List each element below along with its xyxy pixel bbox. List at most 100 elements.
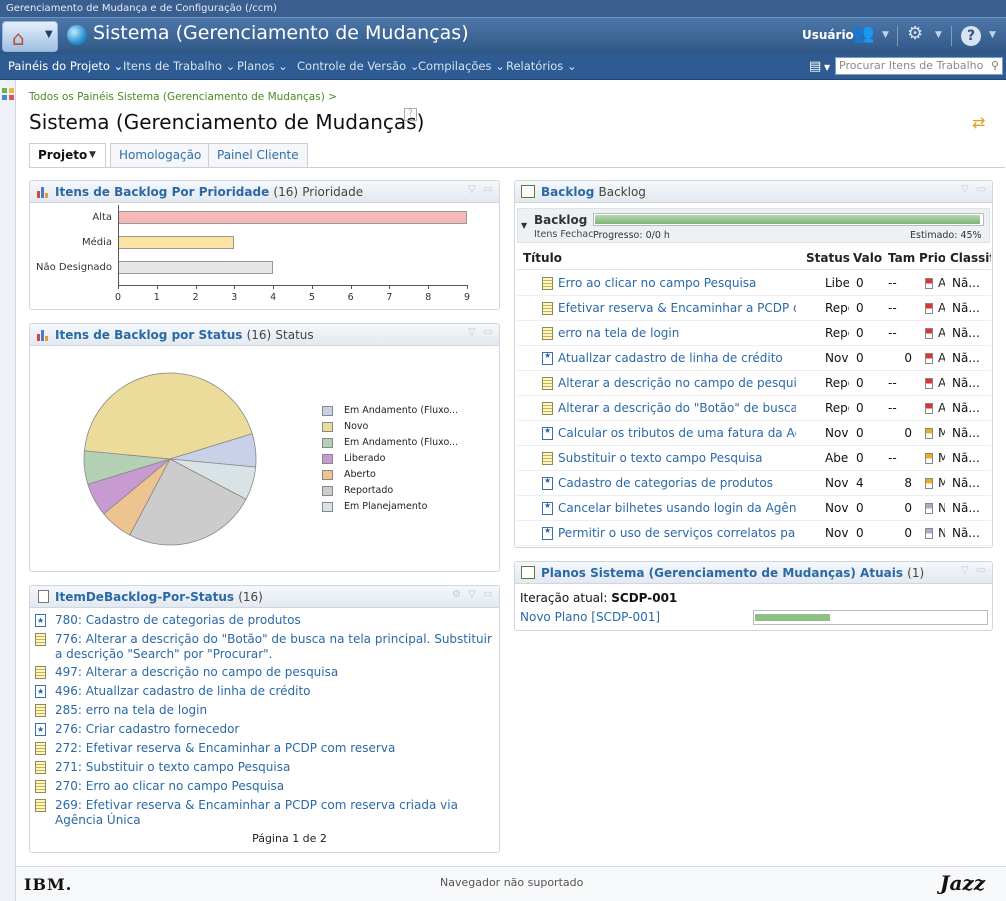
list-item-text[interactable]: 276: Criar cadastro fornecedor (55, 722, 495, 737)
row-priority: A (938, 351, 945, 365)
user-menu[interactable]: Usuário (802, 28, 854, 42)
chevron-down-icon[interactable]: ▼ (521, 221, 527, 230)
row-title[interactable]: Substituir o texto campo Pesquisa (558, 451, 796, 465)
chevron-down-icon[interactable]: ▽ (468, 327, 476, 338)
list-item-text[interactable]: 271: Substituir o texto campo Pesquisa (55, 760, 495, 775)
row-value: 0 (856, 526, 864, 540)
row-status: Reportado (825, 301, 849, 315)
row-title[interactable]: Efetivar reserva & Encaminhar a PCDP c..… (558, 301, 796, 315)
chevron-down-icon[interactable]: ▽ (468, 184, 476, 195)
row-size: -- (888, 326, 897, 340)
minimize-icon[interactable]: ▭ (483, 327, 492, 338)
legend-label: Em Planejamento (344, 501, 428, 512)
work-item-list: 780: Cadastro de categorias de produtos 7… (30, 586, 499, 852)
legend-swatch (322, 454, 333, 464)
widget-title[interactable]: Itens de Backlog Por Prioridade (55, 185, 269, 199)
list-item[interactable]: 270: Erro ao clicar no campo Pesquisa (35, 779, 495, 794)
row-status: Novo (825, 526, 849, 540)
divider (951, 26, 952, 46)
column-value[interactable]: Valor (853, 251, 883, 265)
dashboard-grid-icon[interactable] (2, 88, 14, 100)
nav-paineis-do-projeto[interactable]: Painéis do Projeto ⌄ (8, 59, 123, 73)
list-item-text[interactable]: 272: Efetivar reserva & Encaminhar a PCD… (55, 741, 495, 756)
row-title[interactable]: Alterar a descrição do "Botão" de busca … (558, 401, 796, 415)
search-icon[interactable]: ⚲ (991, 58, 999, 74)
list-item-text[interactable]: 269: Efetivar reserva & Encaminhar a PCD… (55, 798, 495, 828)
work-item-icon (542, 426, 553, 440)
column-priority[interactable]: Prioridade (919, 251, 945, 265)
nav-planos[interactable]: Planos ⌄ (237, 59, 288, 73)
list-item-text[interactable]: 270: Erro ao clicar no campo Pesquisa (55, 779, 495, 794)
row-title[interactable]: Permitir o uso de serviços correlatos pa… (558, 526, 796, 540)
breadcrumb[interactable]: Todos os Painéis Sistema (Gerenciamento … (29, 91, 337, 103)
tab-projeto[interactable]: Projeto ▼ (29, 143, 106, 168)
list-menu-icon[interactable]: ▤ (809, 59, 821, 74)
row-size: 0 (904, 501, 912, 515)
tab-homologacao[interactable]: Homologação (110, 143, 211, 167)
widget-title[interactable]: Planos Sistema (Gerenciamento de Mudança… (541, 566, 903, 580)
tick-label: 3 (231, 292, 238, 303)
nav-relatorios[interactable]: Relatórios ⌄ (506, 59, 577, 73)
row-title[interactable]: Cadastro de categorias de produtos (558, 476, 796, 490)
list-item[interactable]: 271: Substituir o texto campo Pesquisa (35, 760, 495, 775)
priority-icon (925, 378, 933, 389)
list-item[interactable]: 496: Atuallzar cadastro de linha de créd… (35, 684, 495, 699)
row-title[interactable]: Atuallzar cadastro de linha de crédito (558, 351, 796, 365)
list-item-text[interactable]: 780: Cadastro de categorias de produtos (55, 613, 495, 628)
nav-controle-de-versao[interactable]: Controle de Versão ⌄ (297, 59, 419, 73)
row-title[interactable]: Cancelar bilhetes usando login da Agên..… (558, 501, 796, 515)
refresh-icon[interactable]: ⇄ (972, 113, 985, 132)
minimize-icon[interactable]: ▭ (976, 184, 985, 195)
minimize-icon[interactable]: ▭ (976, 565, 985, 576)
widget-title[interactable]: Itens de Backlog por Status (55, 328, 242, 342)
nav-compilacoes[interactable]: Compilações ⌄ (418, 59, 505, 73)
app-title: Sistema (Gerenciamento de Mudanças) (93, 22, 469, 44)
list-item[interactable]: 272: Efetivar reserva & Encaminhar a PCD… (35, 741, 495, 756)
list-item-text[interactable]: 776: Alterar a descrição do "Botão" de b… (55, 632, 495, 662)
chevron-down-icon[interactable]: ▼ (89, 144, 96, 166)
list-item-text[interactable]: 497: Alterar a descrição no campo de pes… (55, 665, 495, 680)
row-status: Novo (825, 476, 849, 490)
priority-icon (925, 328, 933, 339)
column-classification[interactable]: Classificação (950, 251, 991, 265)
list-item[interactable]: 780: Cadastro de categorias de produtos (35, 613, 495, 628)
list-item[interactable]: 776: Alterar a descrição do "Botão" de b… (35, 632, 495, 662)
home-button[interactable]: ⌂ ▼ (2, 21, 58, 52)
list-item-text[interactable]: 496: Atuallzar cadastro de linha de créd… (55, 684, 495, 699)
column-title[interactable]: Título (523, 251, 603, 265)
list-item-text[interactable]: 285: erro na tela de login (55, 703, 495, 718)
help-icon[interactable]: ? (404, 108, 417, 121)
widget-subtitle: Backlog (598, 185, 646, 199)
widget-title[interactable]: Backlog (541, 185, 594, 199)
row-classification: Nã... (952, 301, 980, 315)
plan-link[interactable]: Novo Plano [SCDP-001] (520, 610, 660, 624)
row-title[interactable]: Alterar a descrição no campo de pesquisa (558, 376, 796, 390)
row-title[interactable]: erro na tela de login (558, 326, 796, 340)
tick-mark (428, 285, 430, 289)
list-item[interactable]: 285: erro na tela de login (35, 703, 495, 718)
estimate-label: Estimado: 45% (910, 230, 982, 241)
list-item[interactable]: 269: Efetivar reserva & Encaminhar a PCD… (35, 798, 495, 828)
column-status[interactable]: Status (806, 251, 850, 265)
chevron-down-icon[interactable]: ▽ (961, 565, 969, 576)
chevron-down-icon[interactable]: ▼ (989, 30, 996, 40)
chevron-down-icon[interactable]: ▼ (935, 30, 942, 40)
chevron-down-icon[interactable]: ▼ (824, 63, 830, 72)
list-item[interactable]: 497: Alterar a descrição no campo de pes… (35, 665, 495, 680)
search-input[interactable]: Procurar Itens de Trabalho ⚲ (835, 57, 1003, 75)
row-size: -- (888, 451, 897, 465)
chevron-down-icon[interactable]: ▼ (882, 30, 889, 40)
column-size[interactable]: Tam (888, 251, 915, 265)
row-title[interactable]: Erro ao clicar no campo Pesquisa (558, 276, 796, 290)
gear-icon[interactable]: ⚙ (907, 23, 923, 44)
tab-painel-cliente[interactable]: Painel Cliente (208, 143, 308, 167)
row-title[interactable]: Calcular os tributos de uma fatura da Ag… (558, 426, 796, 440)
minimize-icon[interactable]: ▭ (483, 184, 492, 195)
section-label[interactable]: Backlog (534, 213, 587, 227)
list-item[interactable]: 276: Criar cadastro fornecedor (35, 722, 495, 737)
users-icon[interactable]: 👥 (852, 23, 874, 44)
help-icon[interactable]: ? (961, 26, 981, 46)
chevron-down-icon[interactable]: ▽ (961, 184, 969, 195)
work-item-icon (35, 684, 46, 699)
nav-itens-de-trabalho[interactable]: Itens de Trabalho ⌄ (123, 59, 235, 73)
